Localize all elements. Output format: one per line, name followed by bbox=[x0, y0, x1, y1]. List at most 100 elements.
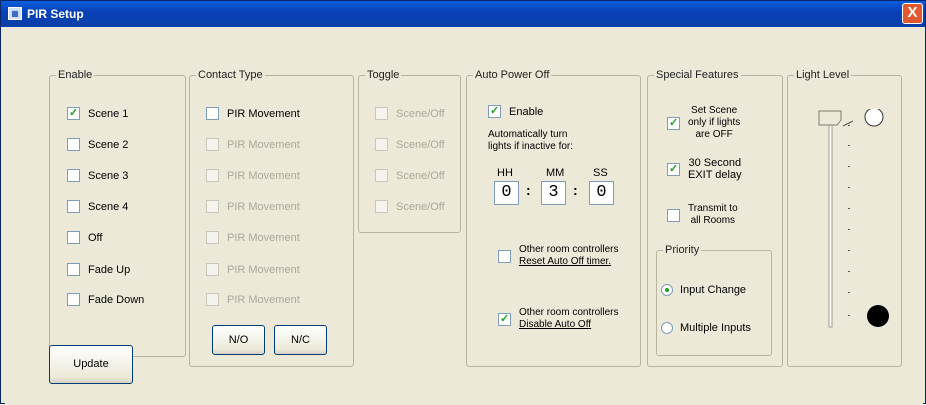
checkbox-scene-1[interactable]: Scene 1 bbox=[67, 106, 129, 120]
checkbox-label: Scene/Off bbox=[396, 200, 445, 213]
contact-pir-movement-2: PIR Movement bbox=[206, 138, 300, 151]
checkbox-box bbox=[206, 293, 219, 306]
auto-off-description: Automatically turn lights if inactive fo… bbox=[488, 129, 573, 153]
label-line: Set Scene bbox=[691, 105, 738, 116]
set-scene-checkbox[interactable]: Set Sceneonly if lightsare OFF bbox=[667, 105, 740, 141]
seconds-input[interactable]: 0 bbox=[589, 181, 614, 205]
contact-pir-movement-1[interactable]: PIR Movement bbox=[206, 107, 300, 120]
radio-dot[interactable] bbox=[661, 322, 673, 334]
checkbox-fade-up[interactable]: Fade Up bbox=[67, 263, 130, 276]
disable-auto-off-checkbox[interactable]: Other room controllersDisable Auto Off bbox=[498, 307, 618, 331]
description-line: lights if inactive for: bbox=[488, 141, 574, 152]
checkbox-box bbox=[375, 200, 388, 213]
checkbox-label: Set Scene only if lights are OFF bbox=[688, 105, 740, 141]
light-off-indicator-icon bbox=[864, 109, 884, 127]
radio-dot[interactable] bbox=[661, 284, 673, 296]
checkbox-box bbox=[375, 107, 388, 120]
slider-thumb[interactable] bbox=[818, 110, 842, 126]
checkbox-label: PIR Movement bbox=[227, 231, 300, 244]
transmit-all-rooms-checkbox[interactable]: Transmit to all Rooms bbox=[667, 203, 738, 227]
description-line: Automatically turn bbox=[488, 129, 568, 140]
label-line: Disable Auto Off bbox=[519, 319, 592, 330]
checkbox-box[interactable] bbox=[667, 208, 680, 222]
checkbox-label: PIR Movement bbox=[227, 169, 300, 182]
checkbox-scene-3[interactable]: Scene 3 bbox=[67, 169, 128, 182]
auto-power-off-legend: Auto Power Off bbox=[473, 69, 552, 81]
checkbox-label: 30 Second EXIT delay bbox=[688, 157, 742, 181]
checkbox-box bbox=[206, 169, 219, 182]
checkbox-label: Scene 4 bbox=[88, 200, 129, 213]
exit-delay-checkbox[interactable]: 30 SecondEXIT delay bbox=[667, 157, 742, 181]
checkbox-label: Scene 1 bbox=[88, 107, 129, 120]
checkbox-box bbox=[206, 231, 219, 244]
checkbox-box[interactable] bbox=[67, 169, 80, 182]
window-title: PIR Setup bbox=[27, 7, 84, 21]
checkbox-box[interactable] bbox=[498, 249, 511, 263]
checkbox-box[interactable] bbox=[498, 312, 511, 326]
checkbox-box[interactable] bbox=[67, 200, 80, 213]
toggle-scene-off-1: Scene/Off bbox=[375, 107, 445, 120]
checkbox-box[interactable] bbox=[67, 138, 80, 151]
checkbox-box[interactable] bbox=[67, 293, 80, 306]
light-level-slider[interactable] bbox=[805, 109, 895, 349]
label-line: Other room controllers bbox=[519, 307, 619, 318]
checkbox-label: Off bbox=[88, 231, 103, 244]
title-bar[interactable]: ▦ PIR Setup X bbox=[1, 1, 925, 27]
checkbox-label: Other room controllers Disable Auto Off bbox=[519, 307, 618, 331]
contact-pir-movement-3: PIR Movement bbox=[206, 169, 300, 182]
toggle-scene-off-2: Scene/Off bbox=[375, 138, 445, 151]
client-area: Enable Scene 1 Scene 2 Scene 3 Scene 4 O… bbox=[5, 29, 923, 405]
checkbox-box[interactable] bbox=[206, 107, 219, 120]
contact-type-legend: Contact Type bbox=[196, 69, 265, 81]
reset-auto-off-checkbox[interactable]: Other room controllers Reset Auto Off tim… bbox=[498, 244, 618, 268]
contact-pir-movement-7: PIR Movement bbox=[206, 293, 300, 306]
radio-label: Multiple Inputs bbox=[680, 322, 751, 334]
checkbox-label: PIR Movement bbox=[227, 138, 300, 151]
pir-setup-window: ▦ PIR Setup X Enable Scene 1 Scene 2 Sce… bbox=[0, 0, 926, 405]
checkbox-box[interactable] bbox=[667, 162, 680, 176]
checkbox-box bbox=[206, 263, 219, 276]
checkbox-box[interactable] bbox=[488, 104, 501, 118]
update-button[interactable]: Update bbox=[49, 345, 133, 384]
slider-ticks bbox=[848, 125, 850, 316]
label-line: Transmit to bbox=[688, 203, 738, 214]
checkbox-box[interactable] bbox=[67, 231, 80, 244]
toggle-scene-off-3: Scene/Off bbox=[375, 169, 445, 182]
contact-pir-movement-5: PIR Movement bbox=[206, 231, 300, 244]
checkbox-box bbox=[206, 138, 219, 151]
radio-multiple-inputs[interactable]: Multiple Inputs bbox=[661, 322, 751, 334]
priority-legend: Priority bbox=[663, 244, 702, 256]
checkbox-label: Scene/Off bbox=[396, 107, 445, 120]
checkbox-box[interactable] bbox=[67, 106, 80, 120]
radio-label: Input Change bbox=[680, 284, 747, 296]
label-line: all Rooms bbox=[690, 215, 736, 226]
checkbox-label: PIR Movement bbox=[227, 263, 300, 276]
checkbox-scene-4[interactable]: Scene 4 bbox=[67, 200, 128, 213]
close-button[interactable]: X bbox=[902, 3, 923, 24]
app-icon: ▦ bbox=[8, 7, 22, 20]
checkbox-scene-2[interactable]: Scene 2 bbox=[67, 138, 128, 151]
checkbox-fade-down[interactable]: Fade Down bbox=[67, 293, 144, 306]
checkbox-label: Fade Up bbox=[88, 263, 131, 276]
checkbox-box[interactable] bbox=[667, 116, 680, 130]
auto-off-enable-checkbox[interactable]: Enable bbox=[488, 104, 544, 118]
label-line: EXIT delay bbox=[688, 169, 742, 181]
minutes-input[interactable]: 3 bbox=[541, 181, 566, 205]
checkbox-box bbox=[206, 200, 219, 213]
hours-label: HH bbox=[497, 167, 513, 179]
label-line: 30 Second bbox=[688, 157, 742, 169]
contact-pir-movement-6: PIR Movement bbox=[206, 263, 300, 276]
normally-closed-button[interactable]: N/C bbox=[274, 325, 327, 355]
slider-track bbox=[828, 116, 833, 328]
checkbox-label: Enable bbox=[509, 105, 544, 118]
radio-input-change[interactable]: Input Change bbox=[661, 284, 746, 296]
label-line: are OFF bbox=[695, 129, 733, 140]
minutes-label: MM bbox=[546, 167, 565, 179]
special-features-legend: Special Features bbox=[654, 69, 741, 81]
toggle-legend: Toggle bbox=[365, 69, 402, 81]
hours-input[interactable]: 0 bbox=[494, 181, 519, 205]
checkbox-box[interactable] bbox=[67, 263, 80, 276]
normally-open-button[interactable]: N/O bbox=[212, 325, 265, 355]
checkbox-label: Scene/Off bbox=[396, 169, 445, 182]
checkbox-off[interactable]: Off bbox=[67, 231, 102, 244]
